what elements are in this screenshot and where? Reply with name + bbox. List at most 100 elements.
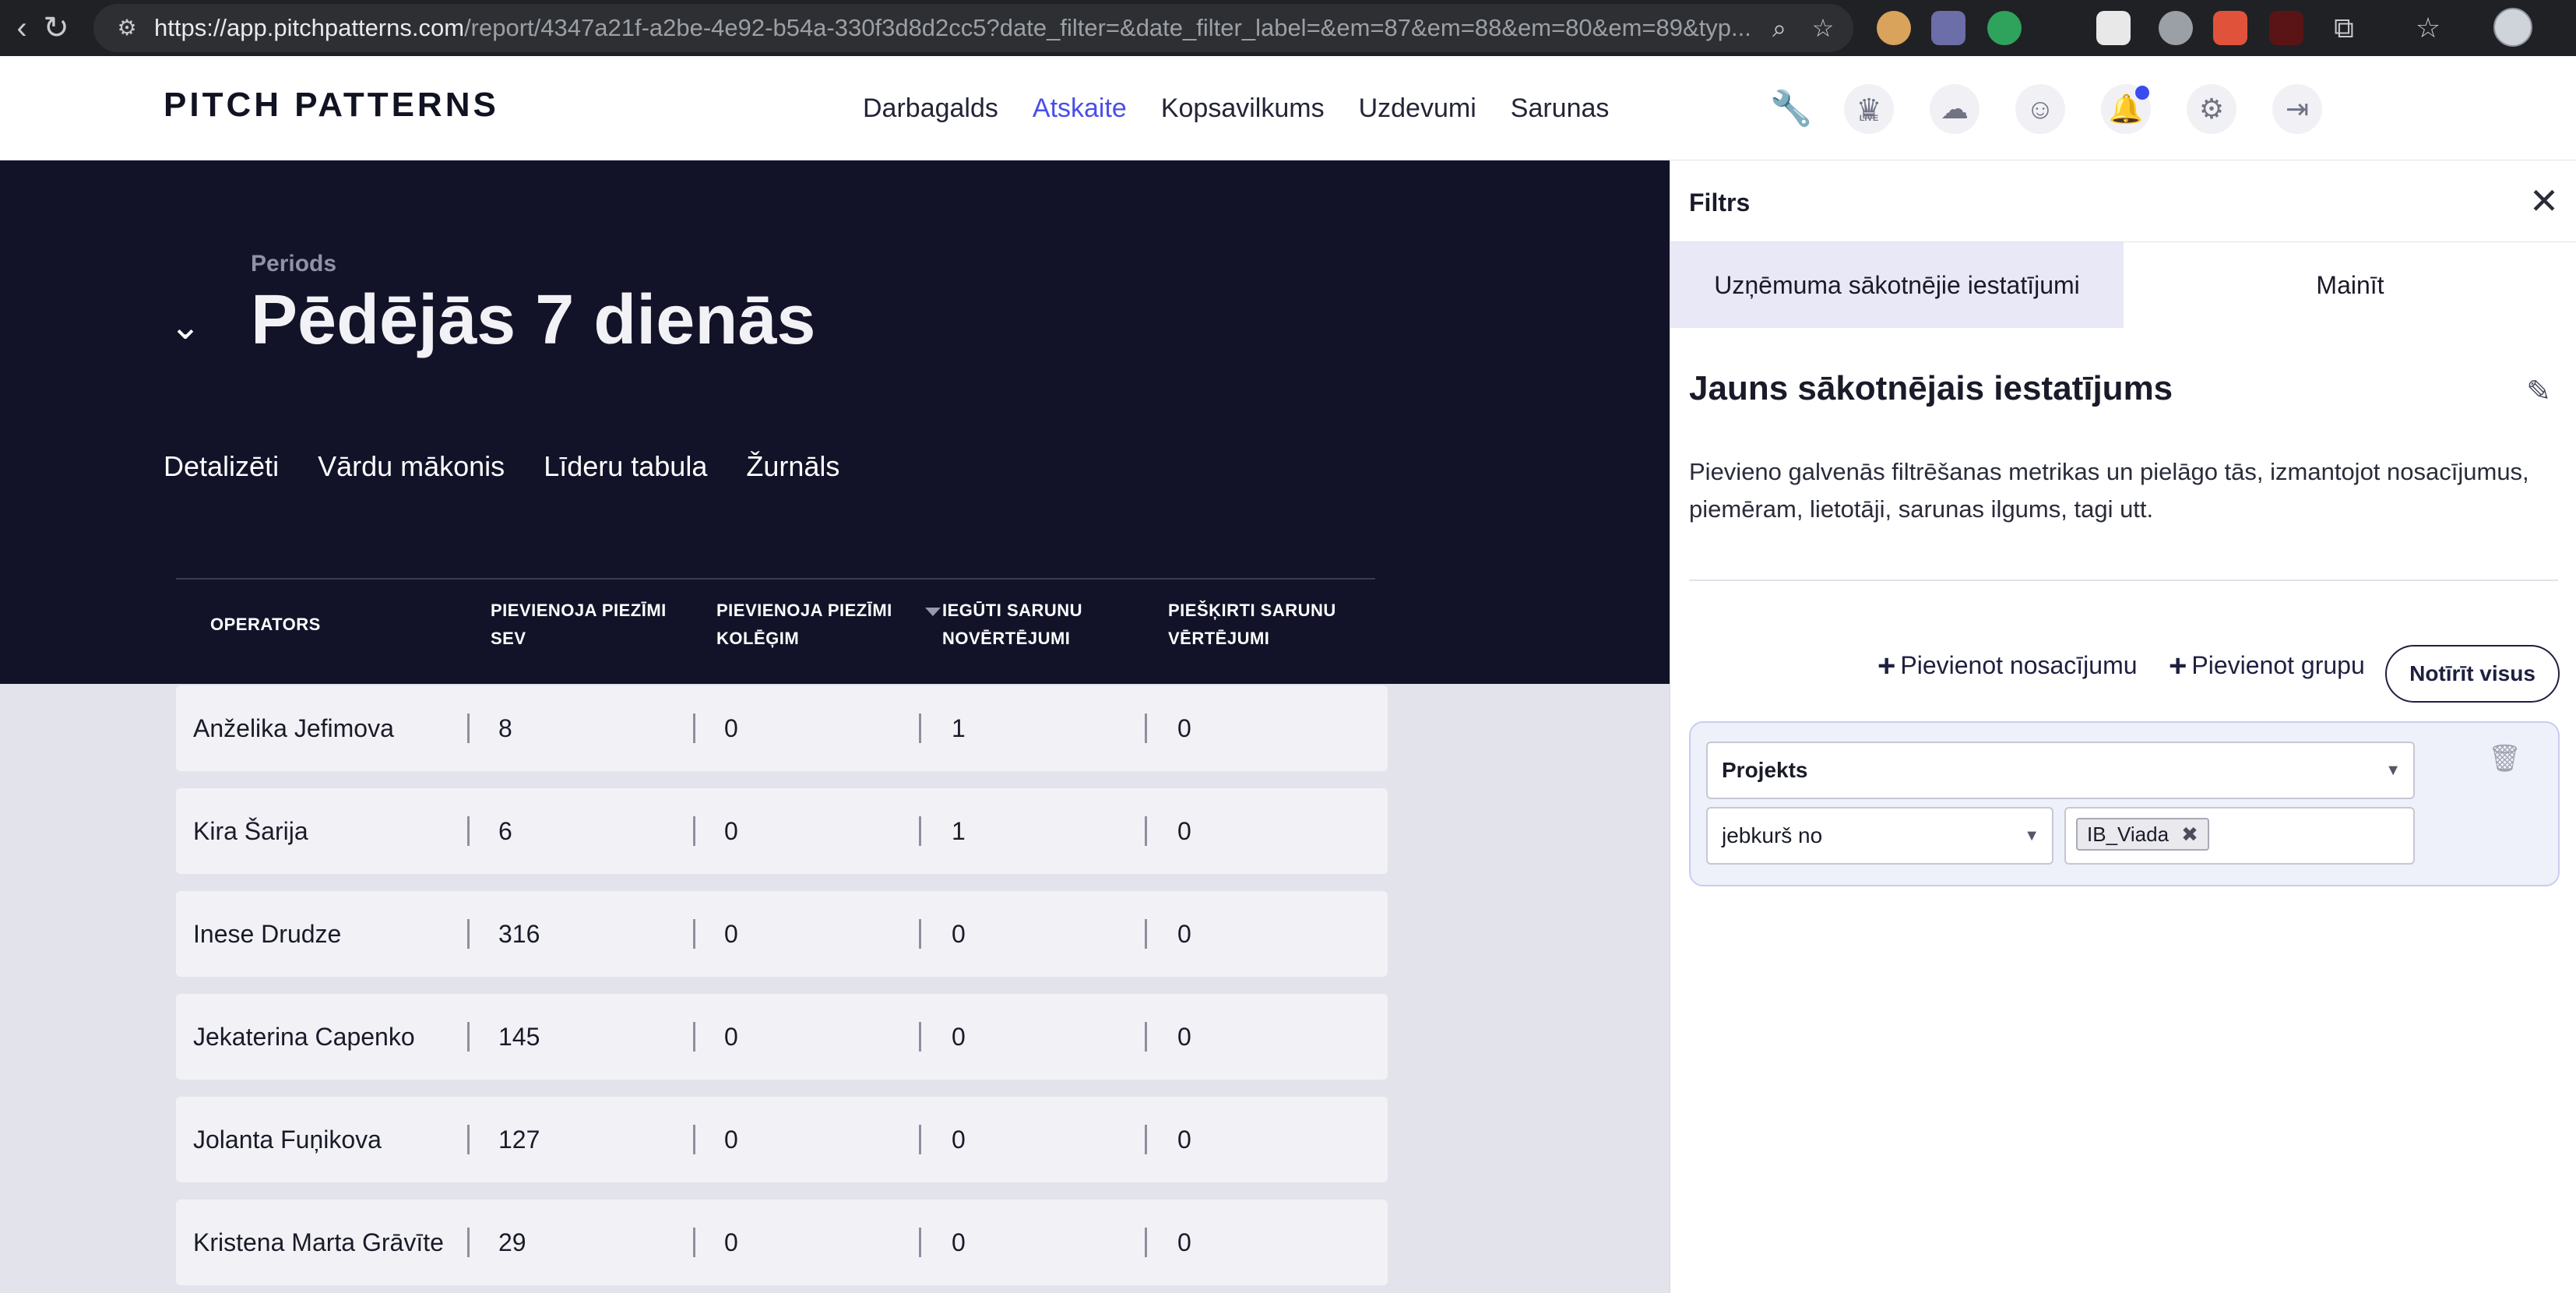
profile-avatar[interactable]: [2493, 8, 2532, 47]
received-ratings-value: 0: [952, 920, 966, 948]
tab-company-defaults[interactable]: Uzņēmuma sākotnējie iestatījumi: [1670, 242, 2124, 328]
report-tabs: Detalizēti Vārdu mākonis Līderu tabula Ž…: [164, 450, 839, 483]
url-text[interactable]: https://app.pitchpatterns.com/report/434…: [154, 4, 1813, 52]
logo[interactable]: PITCH PATTERNS: [164, 86, 499, 125]
live-crown-icon[interactable]: ♛ LIVE: [1844, 84, 1894, 134]
site-settings-icon[interactable]: ⚙: [112, 13, 142, 43]
table-row[interactable]: Anželika Jefimova 8 0 1 0: [176, 685, 1388, 771]
extensions-puzzle-icon[interactable]: ⧉: [2324, 8, 2364, 48]
received-ratings-value: 1: [952, 714, 966, 742]
settings-gear-icon[interactable]: ⚙: [2187, 84, 2236, 134]
address-bar[interactable]: ⚙ https://app.pitchpatterns.com/report/4…: [93, 4, 1853, 52]
colleague-notes-value: 0: [724, 920, 738, 948]
chip-remove-icon[interactable]: ✖: [2181, 823, 2198, 846]
period-chevron-down-icon[interactable]: ⌄: [164, 305, 207, 349]
reload-icon[interactable]: ↻: [34, 6, 78, 50]
nav-darbagalds[interactable]: Darbagalds: [863, 93, 998, 124]
cell-divider: [693, 1125, 695, 1154]
cell-divider: [919, 816, 921, 846]
table-row[interactable]: Kristena Marta Grāvīte 29 0 0 0: [176, 1200, 1388, 1285]
upload-cloud-icon[interactable]: ☁: [1930, 84, 1980, 134]
tab-vardu-makonis[interactable]: Vārdu mākonis: [318, 450, 505, 483]
column-header-colleague-notes[interactable]: PIEVIENOJA PIEZĪMI KOLĒĢIM: [716, 597, 911, 653]
sort-desc-icon[interactable]: [925, 608, 941, 616]
clear-all-button[interactable]: Notīrīt visus: [2385, 645, 2560, 703]
self-notes-value: 8: [498, 714, 512, 742]
operator-name: Jekaterina Capenko: [193, 1023, 415, 1051]
owl-extension-icon[interactable]: [2159, 11, 2193, 45]
operator-name: Inese Drudze: [193, 920, 342, 948]
add-group-button[interactable]: + Pievienot grupu: [2169, 645, 2365, 685]
cookie-extension-icon[interactable]: [1877, 11, 1911, 45]
table-row[interactable]: Inese Drudze 316 0 0 0: [176, 891, 1388, 977]
table-row[interactable]: Jekaterina Capenko 145 0 0 0: [176, 994, 1388, 1080]
logout-door-icon[interactable]: ⇥: [2272, 84, 2322, 134]
preset-description: Pievieno galvenās filtrēšanas metrikas u…: [1689, 458, 2529, 523]
value-chip[interactable]: IB_Viada ✖: [2076, 818, 2209, 851]
bookmarks-star-icon[interactable]: ☆: [2408, 8, 2448, 48]
shield-extension-icon[interactable]: [2213, 11, 2247, 45]
zoom-icon[interactable]: ⌕: [1763, 12, 1796, 44]
self-notes-value: 6: [498, 817, 512, 845]
nav-atskaite[interactable]: Atskaite: [1033, 93, 1127, 124]
colleague-notes-value: 0: [724, 1023, 738, 1051]
tab-lideru-tabula[interactable]: Līderu tabula: [544, 450, 707, 483]
grammar-extension-icon[interactable]: [1987, 11, 2022, 45]
period-title[interactable]: Pēdējās 7 dienās: [251, 280, 815, 361]
add-group-label: Pievienot grupu: [2191, 651, 2365, 679]
filter-panel: Filtrs ✕ Uzņēmuma sākotnējie iestatījumi…: [1670, 160, 2576, 1293]
cell-divider: [1145, 816, 1147, 846]
column-header-self-notes[interactable]: PIEVIENOJA PIEZĪMI SEV: [491, 597, 685, 653]
operator-name: Jolanta Fuņikova: [193, 1126, 382, 1154]
cell-divider: [1145, 1125, 1147, 1154]
tag-extension-icon[interactable]: [2096, 11, 2131, 45]
operator-name: Kristena Marta Grāvīte: [193, 1228, 444, 1256]
wrench-icon[interactable]: 🔧: [1766, 84, 1816, 134]
red-extension-icon[interactable]: [2269, 11, 2303, 45]
edit-pencil-icon[interactable]: ✎: [2519, 372, 2558, 411]
received-ratings-value: 0: [952, 1023, 966, 1051]
self-notes-value: 127: [498, 1126, 540, 1154]
table-header-divider: [176, 578, 1375, 580]
table-row[interactable]: Jolanta Fuņikova 127 0 0 0: [176, 1097, 1388, 1182]
cell-divider: [467, 1228, 470, 1257]
column-header-given-ratings[interactable]: PIEŠĶIRTI SARUNU VĒRTĒJUMI: [1168, 597, 1363, 653]
add-condition-button[interactable]: + Pievienot nosacījumu: [1877, 645, 2138, 685]
operator-select[interactable]: jebkurš no ▼: [1706, 807, 2053, 865]
assistant-face-icon[interactable]: ☺: [2015, 84, 2065, 134]
nav-sarunas[interactable]: Sarunas: [1511, 93, 1610, 124]
given-ratings-value: 0: [1177, 1023, 1191, 1051]
received-ratings-value: 0: [952, 1126, 966, 1154]
cell-divider: [1145, 1228, 1147, 1257]
table-row[interactable]: Kira Šarija 6 0 1 0: [176, 788, 1388, 874]
tab-change[interactable]: Mainīt: [2124, 242, 2576, 328]
column-header-operator[interactable]: OPERATORS: [210, 611, 321, 639]
colleague-notes-value: 0: [724, 817, 738, 845]
plus-icon: +: [1877, 649, 1896, 683]
notification-bell-icon[interactable]: 🔔: [2101, 84, 2151, 134]
nav-kopsavilkums[interactable]: Kopsavilkums: [1161, 93, 1325, 124]
mask-extension-icon[interactable]: [1931, 11, 1965, 45]
cell-divider: [1145, 919, 1147, 949]
self-notes-value: 29: [498, 1228, 526, 1256]
delete-trash-icon[interactable]: 🗑: [2488, 742, 2521, 776]
column-header-received-ratings[interactable]: IEGŪTI SARUNU NOVĒRTĒJUMI: [942, 597, 1137, 653]
given-ratings-value: 0: [1177, 714, 1191, 742]
close-icon[interactable]: ✕: [2519, 176, 2569, 226]
tab-detalizeti[interactable]: Detalizēti: [164, 450, 279, 483]
operator-name: Anželika Jefimova: [193, 714, 394, 742]
nav-uzdevumi[interactable]: Uzdevumi: [1359, 93, 1476, 124]
operator-select-value: jebkurš no: [1722, 823, 1823, 847]
cell-divider: [467, 1022, 470, 1052]
colleague-notes-value: 0: [724, 714, 738, 742]
tab-zurnals[interactable]: Žurnāls: [746, 450, 839, 483]
bookmark-star-icon[interactable]: ☆: [1807, 12, 1839, 44]
field-select[interactable]: Projekts ▼: [1706, 742, 2415, 799]
browser-toolbar: ‹ ↻ ⚙ https://app.pitchpatterns.com/repo…: [0, 0, 2576, 56]
cell-divider: [1145, 1022, 1147, 1052]
self-notes-value: 145: [498, 1023, 540, 1051]
received-ratings-value: 1: [952, 817, 966, 845]
field-select-value: Projekts: [1722, 758, 1808, 782]
main-nav: Darbagalds Atskaite Kopsavilkums Uzdevum…: [863, 56, 1609, 160]
dropdown-arrow-icon: ▼: [2385, 762, 2401, 779]
